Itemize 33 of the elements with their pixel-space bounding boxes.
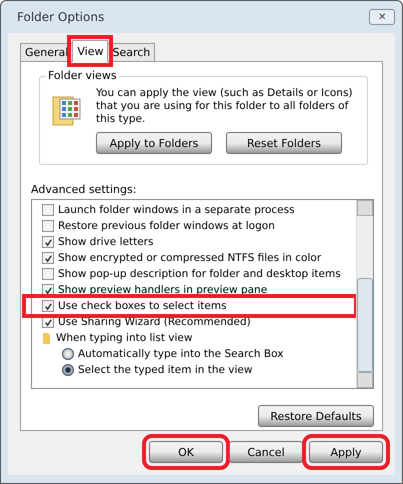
radio-button[interactable] — [62, 348, 74, 360]
setting-row[interactable]: Show drive letters — [42, 234, 352, 250]
close-button[interactable]: ✕ — [369, 9, 395, 25]
section-label: Advanced settings: — [31, 183, 138, 196]
setting-row[interactable]: Use Sharing Wizard (Recommended) — [42, 314, 352, 330]
folder-button[interactable]: Reset Folders — [226, 132, 342, 154]
setting-row[interactable]: Show pop-up description for folder and desktop items — [42, 266, 352, 282]
folder-button[interactable]: Apply to Folders — [96, 132, 212, 154]
setting-row[interactable]: Show preview handlers in preview pane — [42, 282, 352, 298]
checkbox[interactable] — [42, 204, 54, 216]
folder-icon — [42, 331, 52, 345]
group-title: Folder views — [46, 69, 119, 82]
radio-option[interactable]: Select the typed item in the view — [42, 362, 352, 378]
checkbox[interactable] — [42, 252, 54, 264]
restore-defaults-button[interactable]: Restore Defaults — [258, 405, 374, 427]
window-title: Folder Options — [16, 10, 104, 24]
checkbox[interactable] — [42, 268, 54, 280]
radio-option[interactable]: Automatically type into the Search Box — [42, 346, 352, 362]
scroll-thumb[interactable] — [357, 278, 373, 372]
checkbox[interactable] — [42, 300, 54, 312]
checkbox[interactable] — [42, 220, 54, 232]
setting-row[interactable]: Restore previous folder windows at logon — [42, 218, 352, 234]
setting-row[interactable]: Launch folder windows in a separate process — [42, 202, 352, 218]
dialog-button[interactable]: Cancel — [229, 441, 303, 463]
setting-row[interactable]: Use check boxes to select items — [26, 298, 354, 314]
checkbox[interactable] — [42, 236, 54, 248]
description-text: You can apply the view (such as Details or Icons) that you are using for this folder to all folders of this type. — [96, 87, 354, 126]
tab[interactable]: Search — [107, 43, 156, 61]
group-label: When typing into list view — [56, 332, 192, 344]
radio-button[interactable] — [62, 364, 74, 376]
setting-row[interactable]: Show encrypted or compressed NTFS files in color — [42, 250, 352, 266]
scrollbar[interactable] — [356, 200, 373, 388]
tab[interactable]: General — [20, 43, 74, 61]
